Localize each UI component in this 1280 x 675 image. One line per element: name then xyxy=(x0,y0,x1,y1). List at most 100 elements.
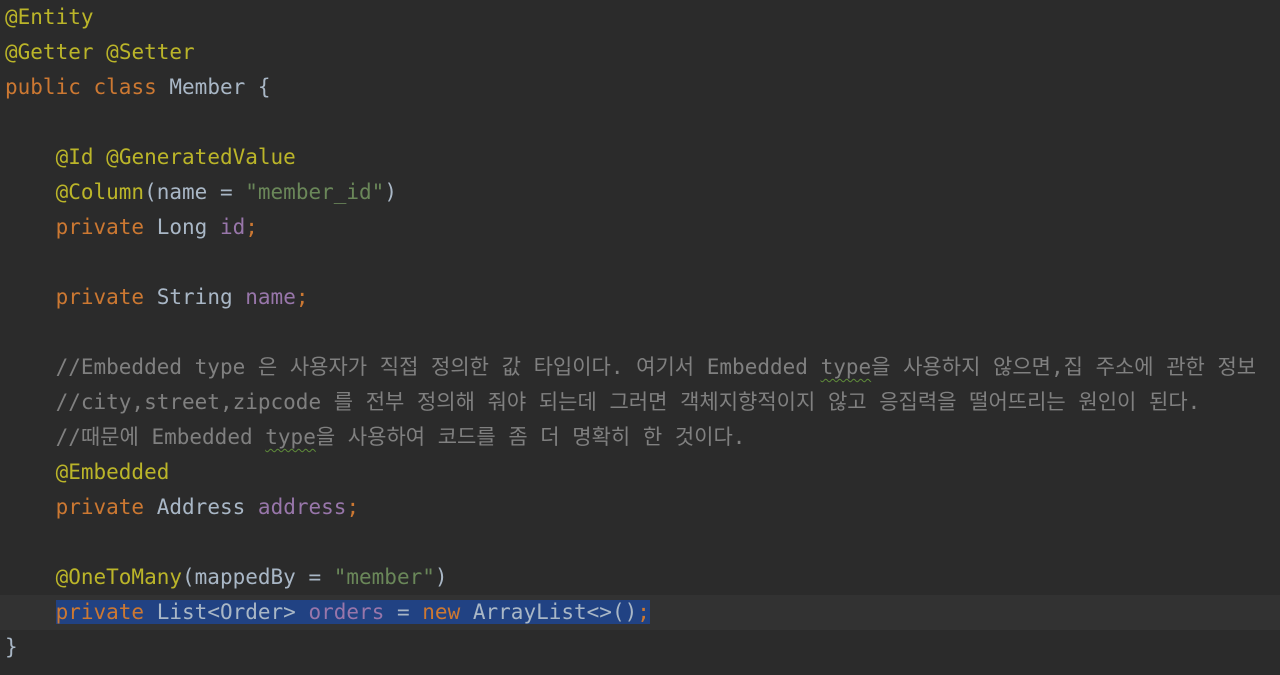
field-name: name xyxy=(245,285,296,309)
brace: { xyxy=(257,75,271,99)
annotation: @Column xyxy=(55,180,145,204)
type-name: Long xyxy=(156,215,208,239)
constructor-call: ArrayList<>() xyxy=(472,600,638,624)
code-line[interactable]: //Embedded type 은 사용자가 직접 정의한 값 타입이다. 여기… xyxy=(0,350,1280,385)
spelling-typo[interactable]: type xyxy=(821,355,872,379)
annotation: @Id xyxy=(55,145,94,169)
annotation: @GeneratedValue xyxy=(106,145,296,169)
comment: //city,street,zipcode 를 전부 정의해 줘야 되는데 그러… xyxy=(55,390,1201,414)
keyword: class xyxy=(93,75,157,99)
code-text: } xyxy=(5,630,18,665)
code-line[interactable]: @Column(name = "member_id") xyxy=(0,175,1280,210)
comment: 을 사용하지 않으면,집 주소에 관한 정보 xyxy=(871,355,1257,379)
fold-marker-icon[interactable] xyxy=(0,188,4,197)
code-line[interactable] xyxy=(0,105,1280,140)
annotation-args: (name = xyxy=(144,180,246,204)
keyword: private xyxy=(55,495,145,519)
spelling-typo[interactable]: type xyxy=(265,425,316,449)
code-editor[interactable]: @Entity @Getter @Setter public class Mem… xyxy=(0,0,1280,675)
comment: //때문에 Embedded xyxy=(55,425,266,449)
annotation: @Getter xyxy=(5,40,94,64)
code-text: //때문에 Embedded type을 사용하여 코드를 좀 더 명확히 한 … xyxy=(5,420,746,455)
field-name: orders xyxy=(308,600,385,624)
code-text: //Embedded type 은 사용자가 직접 정의한 값 타입이다. 여기… xyxy=(5,350,1257,385)
fold-marker-icon[interactable] xyxy=(0,48,4,57)
comment: //Embedded type 은 사용자가 직접 정의한 값 타입이다. 여기… xyxy=(55,355,821,379)
annotation: @Embedded xyxy=(55,460,170,484)
class-name: Member xyxy=(169,75,246,99)
semicolon: ; xyxy=(637,600,650,624)
keyword: private xyxy=(55,600,145,624)
semicolon: ; xyxy=(295,285,309,309)
code-text: @Getter @Setter xyxy=(5,35,195,70)
code-line[interactable]: @Embedded xyxy=(0,455,1280,490)
code-text: private String name; xyxy=(5,280,309,315)
fold-marker-icon[interactable] xyxy=(0,643,4,652)
type-name: String xyxy=(156,285,233,309)
code-line[interactable]: private Long id; xyxy=(0,210,1280,245)
code-text: //city,street,zipcode 를 전부 정의해 줘야 되는데 그러… xyxy=(5,385,1201,420)
fold-marker-icon[interactable] xyxy=(0,13,4,22)
type-name: Address xyxy=(156,495,246,519)
annotation: @Entity xyxy=(5,5,94,29)
code-line[interactable]: public class Member { xyxy=(0,70,1280,105)
code-line[interactable] xyxy=(0,245,1280,280)
annotation: @OneToMany xyxy=(55,565,183,589)
code-text: private List<Order> orders = new ArrayLi… xyxy=(5,595,650,630)
code-text: @OneToMany(mappedBy = "member") xyxy=(5,560,448,595)
code-line[interactable] xyxy=(0,525,1280,560)
assign-operator: = xyxy=(384,600,423,624)
code-line[interactable]: private Address address; xyxy=(0,490,1280,525)
comment: 을 사용하여 코드를 좀 더 명확히 한 것이다. xyxy=(315,425,746,449)
code-line[interactable]: //city,street,zipcode 를 전부 정의해 줘야 되는데 그러… xyxy=(0,385,1280,420)
code-text: @Column(name = "member_id") xyxy=(5,175,397,210)
code-line[interactable]: @Id @GeneratedValue xyxy=(0,140,1280,175)
fold-marker-icon[interactable] xyxy=(0,433,4,442)
code-line[interactable]: } xyxy=(0,630,1280,665)
code-text: @Entity xyxy=(5,0,94,35)
code-text: private Long id; xyxy=(5,210,258,245)
string-literal: "member_id" xyxy=(245,180,385,204)
fold-marker-icon[interactable] xyxy=(0,363,4,372)
brace: } xyxy=(5,635,18,659)
semicolon: ; xyxy=(245,215,258,239)
annotation: @Setter xyxy=(106,40,195,64)
code-line[interactable]: @OneToMany(mappedBy = "member") xyxy=(0,560,1280,595)
text-selection[interactable]: private List<Order> orders = new ArrayLi… xyxy=(55,600,650,624)
field-name: id xyxy=(219,215,246,239)
code-line-current[interactable]: private List<Order> orders = new ArrayLi… xyxy=(0,595,1280,630)
code-text: public class Member { xyxy=(5,70,271,105)
field-name: address xyxy=(257,495,347,519)
annotation-args: (mappedBy = xyxy=(182,565,334,589)
paren: ) xyxy=(384,180,397,204)
paren: ) xyxy=(434,565,448,589)
keyword: public xyxy=(5,75,81,99)
code-line[interactable]: @Entity xyxy=(0,0,1280,35)
code-line[interactable]: //때문에 Embedded type을 사용하여 코드를 좀 더 명확히 한 … xyxy=(0,420,1280,455)
string-literal: "member" xyxy=(333,565,435,589)
type-name: List<Order> xyxy=(156,600,296,624)
fold-marker-icon[interactable] xyxy=(0,153,4,162)
code-text: @Embedded xyxy=(5,455,170,490)
code-text: @Id @GeneratedValue xyxy=(5,140,296,175)
code-line[interactable]: private String name; xyxy=(0,280,1280,315)
keyword: private xyxy=(55,285,145,309)
code-line[interactable]: @Getter @Setter xyxy=(0,35,1280,70)
code-text: private Address address; xyxy=(5,490,360,525)
semicolon: ; xyxy=(346,495,360,519)
code-line[interactable] xyxy=(0,315,1280,350)
keyword: private xyxy=(55,215,145,239)
keyword: new xyxy=(422,600,461,624)
